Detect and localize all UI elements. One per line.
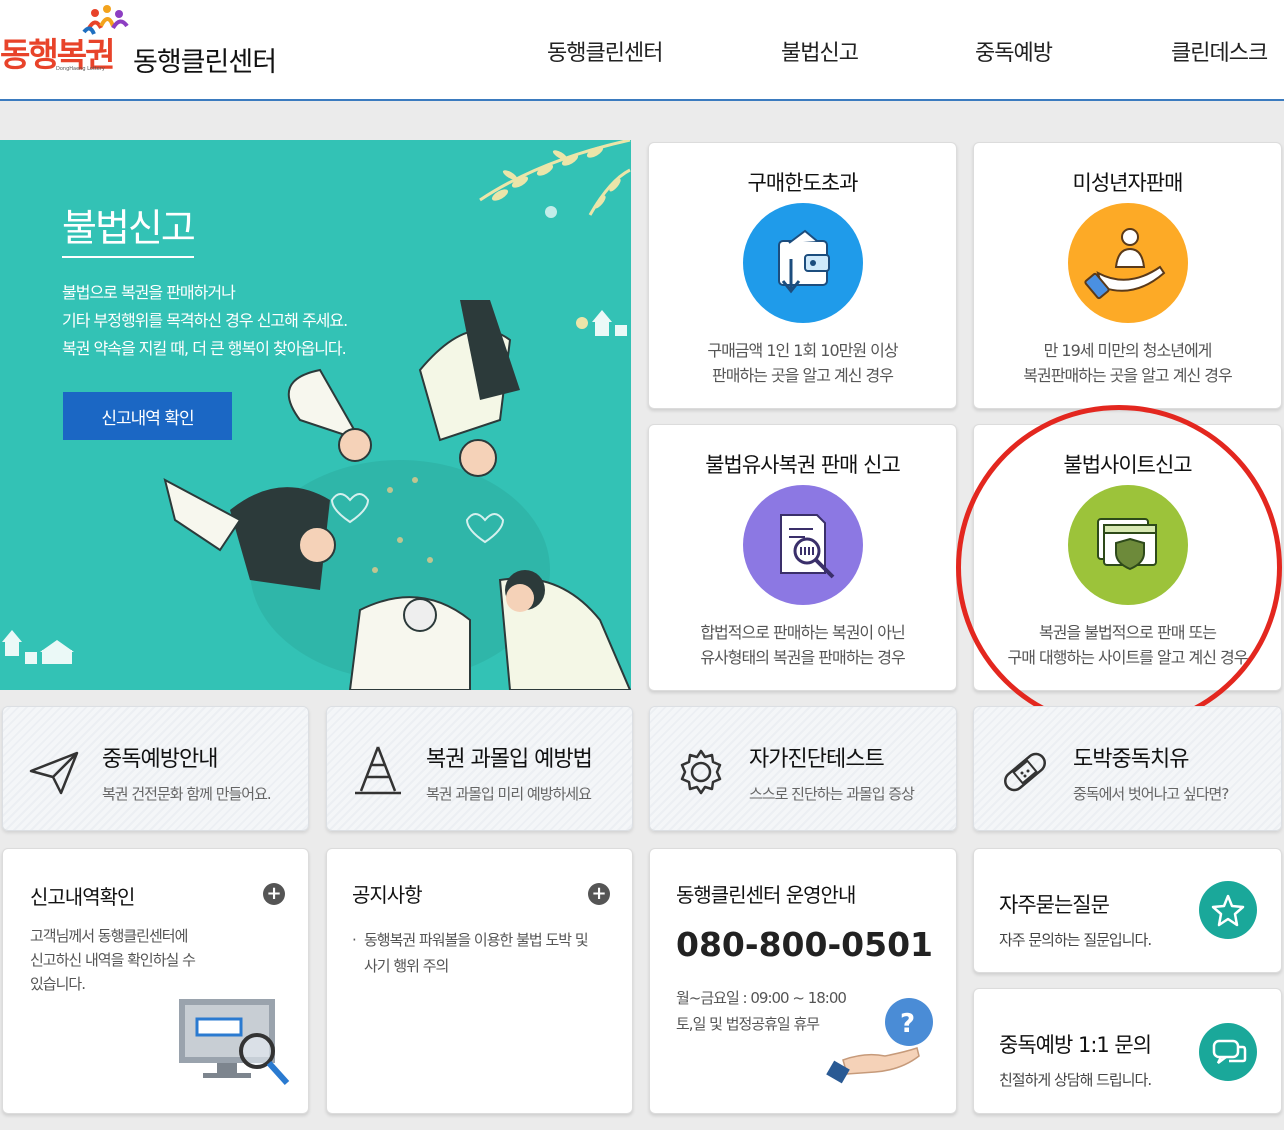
more-plus-icon[interactable]: + — [263, 883, 285, 905]
cone-icon — [355, 746, 401, 795]
panel-desc-line: 고객님께서 동행클린센터에 — [30, 927, 188, 945]
closed-line: 토,일 및 법정공휴일 휴무 — [676, 1015, 820, 1033]
logo-subtitle: DongHaeng Lottery — [56, 66, 105, 72]
panel-title: 동행클린센터 운영안내 — [676, 883, 856, 907]
panel-title: 중독예방 1:1 문의 — [999, 1033, 1152, 1057]
wallet-icon — [743, 203, 863, 323]
panel-one-on-one-inquiry[interactable]: 중독예방 1:1 문의 친절하게 상담해 드립니다. — [973, 988, 1282, 1114]
more-plus-icon[interactable]: + — [588, 883, 610, 905]
site-logo[interactable]: 동행복권 DongHaeng Lottery — [0, 4, 130, 76]
hero-desc-line: 불법으로 복권을 판매하거나 — [62, 283, 236, 302]
notice-line: · 동행복권 파워볼을 이용한 불법 도박 및 — [352, 931, 589, 949]
hero-desc-line: 복권 약속을 지킬 때, 더 큰 행복이 찾아옵니다. — [62, 339, 347, 358]
site-title[interactable]: 동행클린센터 — [133, 40, 277, 79]
document-search-icon — [743, 485, 863, 605]
tile-overimmersion-prevention[interactable]: 복권 과몰입 예방법 복권 과몰입 미리 예방하세요 — [326, 706, 633, 831]
nav-clean-desk[interactable]: 클린데스크 — [1171, 35, 1268, 67]
card-desc-line: 만 19세 미만의 청소년에게 — [1043, 341, 1213, 360]
tile-title: 자가진단테스트 — [749, 747, 885, 772]
monitor-search-icon — [179, 999, 290, 1086]
tile-title: 복권 과몰입 예방법 — [426, 747, 593, 772]
panel-subtitle: 친절하게 상담해 드립니다. — [999, 1071, 1152, 1089]
svg-text:?: ? — [900, 1009, 915, 1039]
tile-subtitle: 중독에서 벗어나고 싶다면? — [1073, 785, 1229, 803]
nav-clean-center[interactable]: 동행클린센터 — [547, 35, 663, 67]
hero-banner: 불법신고 불법으로 복권을 판매하거나 기타 부정행위를 목격하신 경우 신고해… — [0, 140, 631, 690]
panel-faq[interactable]: 자주묻는질문 자주 문의하는 질문입니다. — [973, 848, 1282, 973]
card-desc-line: 구매금액 1인 1회 10만원 이상 — [707, 341, 898, 360]
card-illegal-similar-lottery[interactable]: 불법유사복권 판매 신고 합법적으로 판매하는 복권이 아닌 유사형태의 복권을… — [648, 424, 957, 691]
nav-addiction-prevention[interactable]: 중독예방 — [975, 35, 1053, 67]
star-icon — [1199, 881, 1257, 939]
notice-line: 사기 행위 주의 — [364, 957, 449, 975]
card-desc-line: 복권을 불법적으로 판매 또는 — [1039, 623, 1217, 642]
operation-hours: 월~금요일 : 09:00 ~ 18:00 토,일 및 법정공휴일 휴무 — [676, 985, 847, 1037]
nav-illegal-report[interactable]: 불법신고 — [781, 35, 859, 67]
tile-title: 중독예방안내 — [102, 747, 218, 772]
paper-plane-icon — [29, 751, 79, 795]
tile-title: 도박중독치유 — [1073, 747, 1189, 772]
notice-item[interactable]: · 동행복권 파워볼을 이용한 불법 도박 및 사기 행위 주의 — [352, 927, 589, 979]
panel-notice: 공지사항 + · 동행복권 파워볼을 이용한 불법 도박 및 사기 행위 주의 — [326, 848, 633, 1114]
hand-question-icon: ? — [826, 998, 933, 1084]
panel-report-history: 신고내역확인 + 고객님께서 동행클린센터에 신고하신 내역을 확인하실 수 있… — [2, 848, 309, 1114]
shield-window-icon — [1068, 485, 1188, 605]
report-history-button[interactable]: 신고내역 확인 — [63, 392, 232, 440]
tile-gambling-addiction-treatment[interactable]: 도박중독치유 중독에서 벗어나고 싶다면? — [973, 706, 1282, 831]
panel-desc-line: 신고하신 내역을 확인하실 수 — [30, 951, 196, 969]
card-description: 만 19세 미만의 청소년에게 복권판매하는 곳을 알고 계신 경우 — [974, 338, 1281, 388]
panel-subtitle: 자주 문의하는 질문입니다. — [999, 931, 1152, 949]
card-minor-sale[interactable]: 미성년자판매 만 19세 미만의 청소년에게 복권판매하는 곳을 알고 계신 경… — [973, 142, 1282, 409]
card-desc-line: 합법적으로 판매하는 복권이 아닌 — [700, 623, 905, 642]
card-desc-line: 판매하는 곳을 알고 계신 경우 — [712, 366, 894, 385]
bandage-icon — [1004, 752, 1046, 792]
tile-subtitle: 복권 건전문화 함께 만들어요. — [102, 785, 272, 803]
phone-number[interactable]: 080-800-0501 — [676, 925, 933, 964]
card-title: 불법사이트신고 — [1063, 453, 1192, 477]
tile-subtitle: 스스로 진단하는 과몰입 증상 — [749, 785, 915, 803]
card-description: 복권을 불법적으로 판매 또는 구매 대행하는 사이트를 알고 계신 경우 — [974, 620, 1281, 670]
card-desc-line: 구매 대행하는 사이트를 알고 계신 경우 — [1007, 648, 1249, 667]
card-desc-line: 유사형태의 복권을 판매하는 경우 — [700, 648, 905, 667]
panel-title: 공지사항 — [352, 883, 423, 907]
hours-line: 월~금요일 : 09:00 ~ 18:00 — [676, 989, 847, 1007]
tile-subtitle: 복권 과몰입 미리 예방하세요 — [426, 785, 592, 803]
card-description: 구매금액 1인 1회 10만원 이상 판매하는 곳을 알고 계신 경우 — [649, 338, 956, 388]
hero-description: 불법으로 복권을 판매하거나 기타 부정행위를 목격하신 경우 신고해 주세요.… — [62, 279, 348, 363]
card-title: 미성년자판매 — [1072, 171, 1184, 195]
chat-icon — [1199, 1023, 1257, 1081]
tile-addiction-prevention-guide[interactable]: 중독예방안내 복권 건전문화 함께 만들어요. — [2, 706, 309, 831]
panel-desc-line: 있습니다. — [30, 975, 86, 993]
panel-title: 신고내역확인 — [30, 885, 135, 909]
card-description: 합법적으로 판매하는 복권이 아닌 유사형태의 복권을 판매하는 경우 — [649, 620, 956, 670]
hero-title: 불법신고 — [62, 197, 196, 258]
panel-title: 자주묻는질문 — [999, 893, 1110, 917]
panel-description: 고객님께서 동행클린센터에 신고하신 내역을 확인하실 수 있습니다. — [30, 924, 196, 996]
card-desc-line: 복권판매하는 곳을 알고 계신 경우 — [1023, 366, 1232, 385]
card-illegal-site-report[interactable]: 불법사이트신고 복권을 불법적으로 판매 또는 구매 대행하는 사이트를 알고 … — [973, 424, 1282, 691]
gear-icon — [680, 749, 722, 795]
panel-operation-info: 동행클린센터 운영안내 080-800-0501 월~금요일 : 09:00 ~… — [649, 848, 957, 1114]
card-title: 불법유사복권 판매 신고 — [705, 453, 901, 477]
tile-self-diagnosis-test[interactable]: 자가진단테스트 스스로 진단하는 과몰입 증상 — [649, 706, 957, 831]
card-purchase-limit[interactable]: 구매한도초과 구매금액 1인 1회 10만원 이상 판매하는 곳을 알고 계신 … — [648, 142, 957, 409]
card-title: 구매한도초과 — [747, 171, 859, 195]
hero-desc-line: 기타 부정행위를 목격하신 경우 신고해 주세요. — [62, 311, 348, 330]
site-header: 동행복권 DongHaeng Lottery 동행클린센터 동행클린센터 불법신… — [0, 0, 1284, 101]
notice-text: 동행복권 파워볼을 이용한 불법 도박 및 — [364, 931, 589, 949]
hand-person-icon — [1068, 203, 1188, 323]
